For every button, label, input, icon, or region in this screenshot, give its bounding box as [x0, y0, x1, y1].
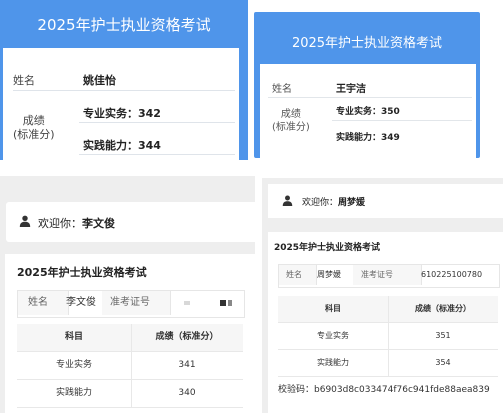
score-details: 姓名 王宇洁 成绩 (标准分) 专业实务：350 实践能力：349: [260, 64, 476, 158]
score-cell: 341: [178, 360, 196, 370]
welcome-name: 李文俊: [82, 217, 115, 230]
score-cell: 354: [435, 358, 451, 367]
score-table: 科目 成绩（标准分） 专业实务 351 实践能力 354: [278, 296, 498, 377]
divider: [268, 97, 472, 98]
table-header: 科目 成绩（标准分）: [17, 324, 243, 352]
welcome-text: 欢迎你：李文俊: [38, 215, 115, 231]
score-card-2: 2025年护士执业资格考试 姓名 王宇洁 成绩 (标准分) 专业实务：350 实…: [254, 12, 480, 158]
ticket-label: 准考证号: [353, 265, 422, 285]
redaction-mark: [184, 301, 190, 305]
score-cell: 340: [178, 388, 196, 398]
check-code: 校验码：b6903d8c033474f76c941fde88aea839: [278, 385, 490, 395]
score-page-4: 欢迎你：周梦媛 2025年护士执业资格考试 姓名 周梦媛 准考证号 610225…: [262, 178, 503, 413]
divider: [79, 122, 235, 123]
redaction-mark: [220, 300, 226, 306]
score-ability: 实践能力：344: [83, 139, 161, 152]
score-page-3: 欢迎你：李文俊 2025年护士执业资格考试 姓名 李文俊 准考证号 科目 成绩（…: [0, 176, 255, 413]
score-card-1: 2025年护士执业资格考试 姓名 姚佳怡 成绩 (标准分) 专业实务：342 实…: [0, 0, 248, 160]
table-header: 科目 成绩（标准分）: [278, 296, 498, 323]
ticket-value-masked: [162, 291, 242, 315]
exam-title: 2025年护士执业资格考试: [37, 16, 211, 34]
ticket-value: 610225100780: [421, 270, 483, 279]
score-label: 成绩 (标准分): [272, 108, 310, 134]
header-score: 成绩（标准分）: [415, 304, 471, 313]
welcome-text: 欢迎你：周梦媛: [302, 195, 365, 208]
divider: [332, 120, 472, 121]
score-cell: 351: [435, 331, 451, 340]
table-row: 专业实务 351: [278, 323, 498, 350]
user-icon: [282, 195, 293, 206]
header-subject: 科目: [17, 324, 132, 351]
score-label-line1: 成绩: [22, 114, 45, 127]
name-value: 王宇洁: [336, 84, 366, 95]
exam-title: 2025年护士执业资格考试: [274, 243, 381, 253]
table-row: 实践能力 354: [278, 350, 498, 377]
ticket-label: 准考证号: [102, 291, 171, 315]
candidate-info: 姓名 周梦媛 准考证号 610225100780: [278, 264, 500, 288]
score-label: 成绩 (标准分): [13, 114, 55, 142]
exam-title: 2025年护士执业资格考试: [17, 266, 147, 279]
welcome-bar: 欢迎你：李文俊: [6, 202, 255, 242]
welcome-bar: 欢迎你：周梦媛: [268, 184, 503, 218]
score-practice: 专业实务：342: [83, 107, 161, 120]
score-details: 姓名 姚佳怡 成绩 (标准分) 专业实务：342 实践能力：344: [3, 48, 239, 160]
score-label-line1: 成绩: [280, 109, 301, 120]
name-value: 姚佳怡: [83, 74, 116, 87]
exam-title: 2025年护士执业资格考试: [291, 36, 443, 51]
candidate-info: 姓名 李文俊 准考证号: [17, 290, 245, 318]
result-panel: 2025年护士执业资格考试 姓名 李文俊 准考证号 科目 成绩（标准分） 专业实…: [5, 254, 255, 413]
result-panel: 2025年护士执业资格考试 姓名 周梦媛 准考证号 610225100780 科…: [268, 232, 503, 413]
header-subject: 科目: [278, 296, 389, 322]
divider: [79, 154, 235, 155]
table-row: 专业实务 341: [17, 352, 243, 380]
redaction-mark: [228, 300, 232, 306]
header-score: 成绩（标准分）: [155, 332, 219, 342]
subject-cell: 实践能力: [278, 350, 389, 376]
divider: [13, 90, 235, 91]
welcome-name: 周梦媛: [338, 198, 366, 208]
welcome-prefix: 欢迎你：: [38, 217, 82, 230]
score-practice: 专业实务：350: [336, 107, 400, 117]
subject-cell: 专业实务: [17, 352, 132, 379]
user-icon: [19, 215, 31, 227]
name-label: 姓名: [272, 84, 292, 95]
name-label: 姓名: [13, 74, 35, 87]
subject-cell: 实践能力: [17, 380, 132, 407]
score-label-line2: (标准分): [272, 122, 310, 133]
score-table: 科目 成绩（标准分） 专业实务 341 实践能力 340: [17, 324, 243, 408]
subject-cell: 专业实务: [278, 323, 389, 349]
score-label-line2: (标准分): [13, 128, 55, 141]
welcome-prefix: 欢迎你：: [302, 198, 339, 208]
table-row: 实践能力 340: [17, 380, 243, 408]
score-ability: 实践能力：349: [336, 133, 400, 143]
